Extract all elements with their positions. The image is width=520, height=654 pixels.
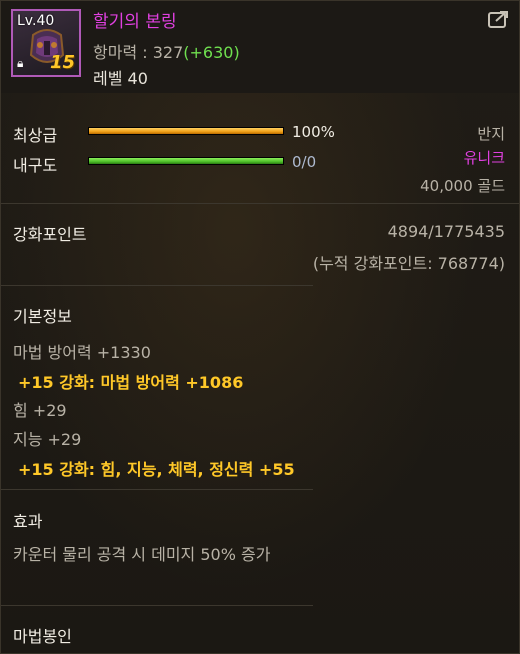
resist-line: 항마력 : 327(+630) bbox=[93, 39, 240, 63]
grade-bar-fill bbox=[89, 128, 283, 134]
durability-bar bbox=[88, 157, 284, 165]
divider bbox=[1, 285, 313, 286]
grade-bar bbox=[88, 127, 284, 135]
divider bbox=[1, 203, 519, 204]
enhance-line: +15 강화: 마법 방어력 +1086 bbox=[18, 373, 244, 392]
item-level: 레벨 40 bbox=[93, 69, 148, 88]
effect-title: 효과 bbox=[13, 512, 43, 531]
grade-value: 100% bbox=[292, 123, 335, 141]
seal-title: 마법봉인 bbox=[13, 627, 72, 646]
tooltip-header: Lv.40 🔒︎ 15 할기의 본링 항마력 : 327(+630) 레벨 40 bbox=[1, 1, 519, 93]
durability-value: 0/0 bbox=[292, 153, 317, 171]
divider bbox=[1, 605, 313, 606]
item-type: 반지 bbox=[477, 125, 505, 143]
share-icon[interactable] bbox=[487, 9, 511, 31]
reinforce-label: 강화포인트 bbox=[13, 225, 87, 244]
icon-level-text: Lv.40 bbox=[17, 13, 55, 29]
effect-text: 카운터 물리 공격 시 데미지 50% 증가 bbox=[13, 545, 271, 564]
item-name: 할기의 본링 bbox=[93, 12, 177, 32]
item-price: 40,000 골드 bbox=[420, 177, 505, 195]
resist-label: 항마력 : 327 bbox=[93, 43, 184, 62]
stat-line: 지능 +29 bbox=[13, 430, 82, 449]
durability-bar-fill bbox=[89, 158, 283, 164]
reinforce-cumulative: (누적 강화포인트: 768774) bbox=[312, 254, 505, 273]
grade-label: 최상급 bbox=[13, 126, 58, 145]
stat-line: 마법 방어력 +1330 bbox=[13, 343, 151, 362]
item-icon: Lv.40 🔒︎ 15 bbox=[11, 9, 81, 77]
reinforce-value: 4894/1775435 bbox=[387, 222, 505, 241]
item-tooltip: Lv.40 🔒︎ 15 할기의 본링 항마력 : 327(+630) 레벨 40… bbox=[0, 0, 520, 654]
lock-icon: 🔒︎ bbox=[17, 56, 24, 70]
enhance-badge: 15 bbox=[49, 52, 75, 73]
durability-label: 내구도 bbox=[13, 156, 58, 175]
item-rarity: 유니크 bbox=[463, 149, 505, 167]
divider bbox=[1, 489, 313, 490]
basic-info-title: 기본정보 bbox=[13, 307, 72, 326]
stat-line: 힘 +29 bbox=[13, 401, 67, 420]
resist-bonus: (+630) bbox=[183, 43, 240, 62]
enhance-line: +15 강화: 힘, 지능, 체력, 정신력 +55 bbox=[18, 460, 295, 479]
